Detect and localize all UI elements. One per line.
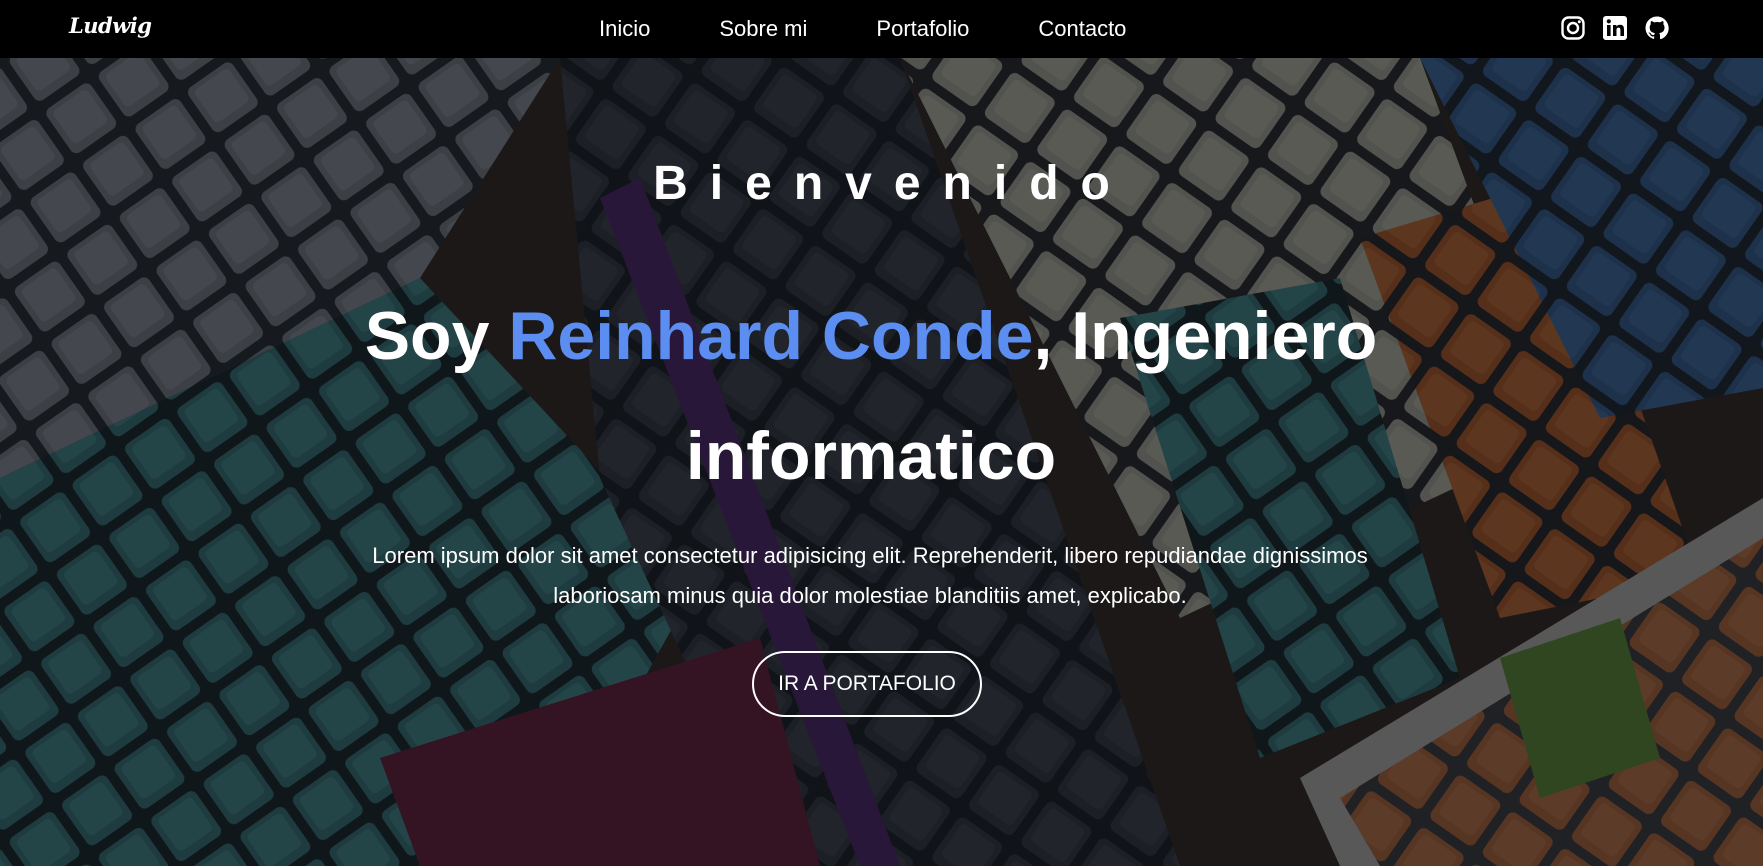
- instagram-icon[interactable]: [1560, 15, 1586, 41]
- hero-greeting: Bienvenido: [653, 157, 1132, 210]
- social-icons: [1560, 15, 1670, 41]
- linkedin-icon[interactable]: [1602, 15, 1628, 41]
- nav-links: Inicio Sobre mi Portafolio Contacto: [580, 0, 1176, 58]
- nav-link-contacto[interactable]: Contacto: [1038, 16, 1126, 42]
- brand-logo[interactable]: Ludwig: [69, 13, 152, 38]
- hero-content: Bienvenido Soy Reinhard Conde, Ingeniero…: [0, 58, 1763, 866]
- nav-link-inicio[interactable]: Inicio: [599, 16, 650, 42]
- page: Ludwig Inicio Sobre mi Portafolio Contac…: [0, 0, 1763, 866]
- headline-name: Reinhard Conde: [508, 298, 1034, 374]
- github-icon[interactable]: [1644, 15, 1670, 41]
- headline-prefix: Soy: [364, 298, 509, 374]
- nav-link-sobre-mi[interactable]: Sobre mi: [719, 16, 807, 42]
- hero-headline: Soy Reinhard Conde, Ingeniero informatic…: [331, 276, 1411, 516]
- portfolio-cta-button[interactable]: IR A PORTAFOLIO: [752, 651, 982, 717]
- navbar: Ludwig Inicio Sobre mi Portafolio Contac…: [0, 0, 1763, 58]
- nav-link-portafolio[interactable]: Portafolio: [876, 16, 969, 42]
- hero-description: Lorem ipsum dolor sit amet consectetur a…: [372, 543, 1368, 608]
- hero-section: Bienvenido Soy Reinhard Conde, Ingeniero…: [0, 58, 1763, 866]
